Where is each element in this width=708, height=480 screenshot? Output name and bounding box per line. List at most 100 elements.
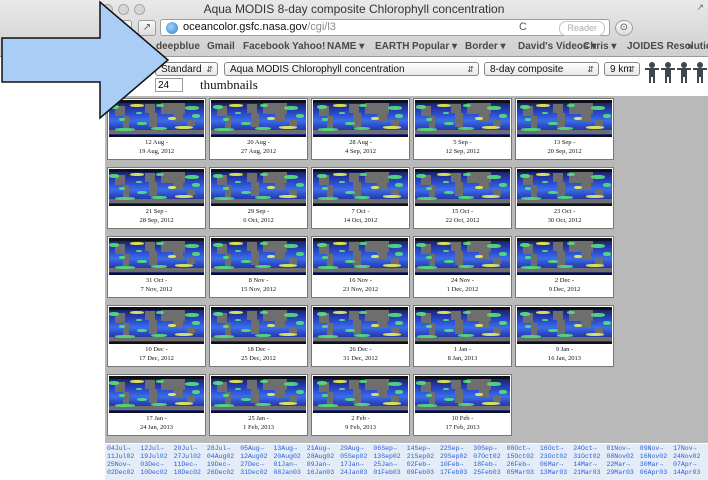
thumbnail-tile[interactable]: 13 Sep - 20 Sep, 2012 — [515, 98, 614, 160]
thumbnail-tile[interactable]: 1 Jan - 8 Jan, 2013 — [413, 305, 512, 367]
chlorophyll-map-thumbnail[interactable] — [211, 169, 306, 206]
archive-link[interactable]: 03Dec→ — [140, 461, 163, 469]
archive-link[interactable]: 31Dec02 — [240, 469, 267, 477]
reload-icon[interactable]: C — [519, 21, 527, 33]
bookmark-item[interactable]: Chris ▾ — [583, 41, 616, 52]
archive-link[interactable]: 23Oct02 — [540, 453, 567, 461]
thumbnail-tile[interactable]: 15 Oct - 22 Oct, 2012 — [413, 167, 512, 229]
thumbnail-caption[interactable]: 16 Nov - 23 Nov, 2012 — [312, 276, 409, 294]
thumbnail-tile[interactable]: 21 Sep - 28 Sep, 2012 — [107, 167, 206, 229]
archive-link[interactable]: 06Apr03 — [640, 469, 667, 477]
thumbnail-caption[interactable]: 18 Dec - 25 Dec, 2012 — [210, 345, 307, 363]
thumbnail-caption[interactable]: 23 Oct - 30 Oct, 2012 — [516, 207, 613, 225]
chlorophyll-map-thumbnail[interactable] — [415, 376, 510, 413]
archive-link[interactable]: 24Jan03 — [340, 469, 367, 477]
archive-link[interactable]: 26Dec02 — [207, 469, 234, 477]
archive-link[interactable]: 13Aug→ — [274, 445, 297, 453]
archive-link[interactable]: 19Dec→ — [207, 461, 230, 469]
archive-link[interactable]: 14Apr03 — [673, 469, 700, 477]
chlorophyll-map-thumbnail[interactable] — [211, 376, 306, 413]
archive-link[interactable]: 29Sep02 — [440, 453, 467, 461]
thumbnail-caption[interactable]: 17 Jan - 24 Jan, 2013 — [108, 414, 205, 432]
archive-link[interactable]: 09Nov→ — [640, 445, 663, 453]
archive-link[interactable]: 18Feb→ — [473, 461, 496, 469]
bookmark-item[interactable]: EARTH — [375, 41, 409, 52]
archive-link[interactable]: 26Feb→ — [507, 461, 530, 469]
archive-link[interactable]: 07Apr→ — [673, 461, 696, 469]
archive-link[interactable]: 04Aug02 — [207, 453, 234, 461]
chlorophyll-map-thumbnail[interactable] — [313, 307, 408, 344]
thumbnail-caption[interactable]: 21 Sep - 28 Sep, 2012 — [108, 207, 205, 225]
chlorophyll-map-thumbnail[interactable] — [211, 100, 306, 137]
archive-link[interactable]: 16Nov02 — [640, 453, 667, 461]
archive-link[interactable]: 08Oct→ — [507, 445, 530, 453]
thumbnail-caption[interactable]: 2 Feb - 9 Feb, 2013 — [312, 414, 409, 432]
archive-link[interactable]: 28Jul→ — [207, 445, 230, 453]
resolution-select[interactable]: 9 km ⇵ — [604, 62, 640, 76]
archive-link[interactable]: 14Sep→ — [407, 445, 430, 453]
thumbnail-caption[interactable]: 7 Oct - 14 Oct, 2012 — [312, 207, 409, 225]
archive-link[interactable]: 08Nov02 — [607, 453, 634, 461]
chlorophyll-map-thumbnail[interactable] — [313, 238, 408, 275]
chlorophyll-map-thumbnail[interactable] — [517, 100, 612, 137]
thumbnail-tile[interactable]: 16 Nov - 23 Nov, 2012 — [311, 236, 410, 298]
thumbnail-tile[interactable]: 23 Oct - 30 Oct, 2012 — [515, 167, 614, 229]
chlorophyll-map-thumbnail[interactable] — [415, 238, 510, 275]
archive-link[interactable]: 20Jul→ — [174, 445, 197, 453]
archive-link[interactable]: 27Dec→ — [240, 461, 263, 469]
archive-link[interactable]: 05Aug→ — [240, 445, 263, 453]
archive-link[interactable]: 02Dec02 — [107, 469, 134, 477]
thumbnail-caption[interactable]: 9 Jan - 16 Jan, 2013 — [516, 345, 613, 363]
thumbnail-caption[interactable]: 26 Dec - 31 Dec, 2012 — [312, 345, 409, 363]
archive-link[interactable]: 11Dec→ — [174, 461, 197, 469]
archive-link[interactable]: 04Jul→ — [107, 445, 130, 453]
archive-link[interactable]: 25Nov→ — [107, 461, 130, 469]
chlorophyll-map-thumbnail[interactable] — [109, 307, 204, 344]
archive-link[interactable]: 11Jul02 — [107, 453, 134, 461]
chlorophyll-map-thumbnail[interactable] — [211, 238, 306, 275]
address-bar[interactable]: oceancolor.gsfc.nasa.gov/cgi/l3 C Reader — [160, 19, 610, 36]
thumbnail-caption[interactable]: 24 Nov - 1 Dec, 2012 — [414, 276, 511, 294]
thumbnail-caption[interactable]: 5 Sep - 12 Sep, 2012 — [414, 138, 511, 156]
chlorophyll-map-thumbnail[interactable] — [313, 169, 408, 206]
thumbnail-tile[interactable]: 29 Sep - 6 Oct, 2012 — [209, 167, 308, 229]
archive-link[interactable]: 01Jan→ — [274, 461, 297, 469]
chlorophyll-map-thumbnail[interactable] — [517, 169, 612, 206]
archive-link[interactable]: 10Feb→ — [440, 461, 463, 469]
chlorophyll-map-thumbnail[interactable] — [211, 307, 306, 344]
thumbnail-caption[interactable]: 12 Aug - 19 Aug, 2012 — [108, 138, 205, 156]
archive-link[interactable]: 28Aug02 — [307, 453, 334, 461]
archive-link[interactable]: 25Feb03 — [473, 469, 500, 477]
thumbnail-tile[interactable]: 20 Aug - 27 Aug, 2012 — [209, 98, 308, 160]
archive-link[interactable]: 15Oct02 — [507, 453, 534, 461]
thumbnail-caption[interactable]: 31 Oct - 7 Nov, 2012 — [108, 276, 205, 294]
archive-link[interactable]: 07Oct02 — [473, 453, 500, 461]
downloads-icon[interactable]: ⊙ — [615, 20, 633, 36]
bookmark-item[interactable]: Border ▾ — [465, 41, 506, 52]
reader-button[interactable]: Reader — [559, 21, 605, 36]
thumbnail-caption[interactable]: 28 Aug - 4 Sep, 2012 — [312, 138, 409, 156]
archive-link[interactable]: 01Feb03 — [373, 469, 400, 477]
thumbnail-caption[interactable]: 1 Jan - 8 Jan, 2013 — [414, 345, 511, 363]
archive-link[interactable]: 21Mar03 — [573, 469, 600, 477]
thumbnail-tile[interactable]: 2 Dec - 9 Dec, 2012 — [515, 236, 614, 298]
thumbnail-tile[interactable]: 5 Sep - 12 Sep, 2012 — [413, 98, 512, 160]
archive-link[interactable]: 21Sep02 — [407, 453, 434, 461]
chlorophyll-map-thumbnail[interactable] — [313, 376, 408, 413]
thumbnail-caption[interactable]: 13 Sep - 20 Sep, 2012 — [516, 138, 613, 156]
period-select[interactable]: 8-day composite ⇵ — [484, 62, 599, 76]
chlorophyll-map-thumbnail[interactable] — [517, 307, 612, 344]
thumbnail-tile[interactable]: 2 Feb - 9 Feb, 2013 — [311, 374, 410, 436]
thumbnail-tile[interactable]: 10 Dec - 17 Dec, 2012 — [107, 305, 206, 367]
thumbnail-tile[interactable]: 31 Oct - 7 Nov, 2012 — [107, 236, 206, 298]
chlorophyll-map-thumbnail[interactable] — [415, 307, 510, 344]
thumbnail-caption[interactable]: 2 Dec - 9 Dec, 2012 — [516, 276, 613, 294]
fullscreen-icon[interactable]: ↗ — [696, 2, 704, 13]
chlorophyll-map-thumbnail[interactable] — [109, 238, 204, 275]
chlorophyll-map-thumbnail[interactable] — [517, 238, 612, 275]
thumbnail-caption[interactable]: 15 Oct - 22 Oct, 2012 — [414, 207, 511, 225]
thumbnail-tile[interactable]: 25 Jan - 1 Feb, 2013 — [209, 374, 308, 436]
bookmark-item[interactable]: NAME ▾ — [327, 41, 364, 52]
archive-link[interactable]: 09Feb03 — [407, 469, 434, 477]
archive-link[interactable]: 24Oct→ — [573, 445, 596, 453]
